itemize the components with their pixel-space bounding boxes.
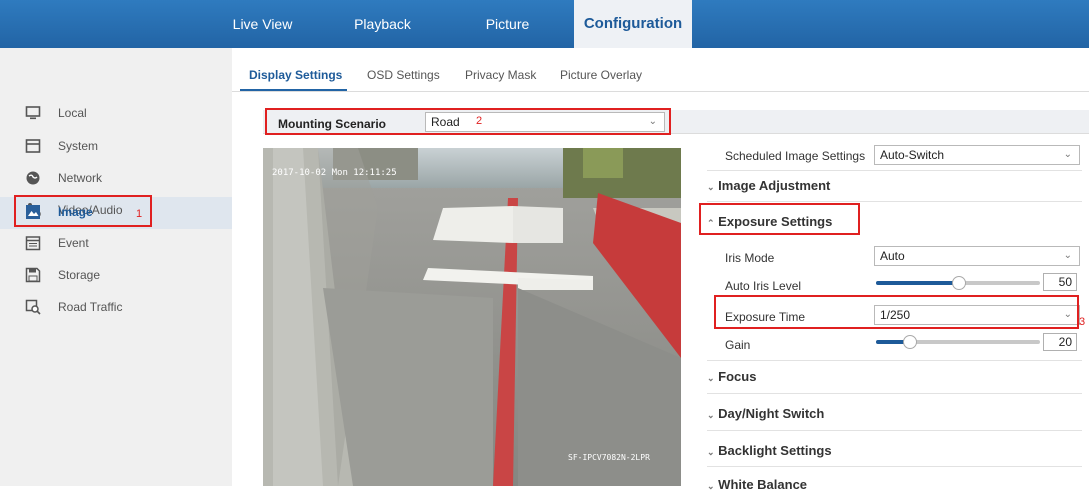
auto-iris-level-input[interactable]: 50 [1043, 273, 1077, 291]
osd-timestamp: 2017-10-02 Mon 12:11:25 [272, 168, 397, 178]
chevron-down-icon: ⌄ [648, 116, 657, 127]
sidebar-item-network[interactable]: Network [25, 166, 225, 190]
auto-iris-level-slider[interactable] [876, 276, 1040, 290]
section-white-balance[interactable]: ⌄ White Balance [707, 477, 1082, 492]
sidebar-item-label: System [58, 139, 99, 153]
sidebar-item-road-traffic[interactable]: Road Traffic [25, 295, 225, 319]
floppy-disk-icon [25, 267, 41, 283]
sidebar-item-label: Network [58, 171, 103, 185]
separator [707, 170, 1082, 171]
section-backlight-settings[interactable]: ⌄ Backlight Settings [707, 443, 1082, 458]
osd-camera-name: SF-IPCV7082N-2LPR [568, 453, 650, 462]
separator [707, 393, 1082, 394]
monitor-icon [25, 105, 41, 121]
sidebar-item-label: Local [58, 106, 87, 120]
tab-picture[interactable]: Picture [470, 0, 545, 48]
image-icon [25, 204, 41, 220]
iris-mode-value: Auto [880, 249, 905, 263]
tab-configuration[interactable]: Configuration [574, 0, 692, 48]
chevron-down-icon: ⌄ [1063, 309, 1072, 320]
sidebar-item-storage[interactable]: Storage [25, 263, 225, 287]
section-label: White Balance [718, 477, 808, 492]
chevron-down-icon: ⌄ [1063, 149, 1072, 160]
sidebar-item-label: Image [58, 205, 93, 219]
mounting-scenario-value: Road [431, 115, 460, 129]
section-image-adjustment[interactable]: ⌄ Image Adjustment [707, 178, 1082, 193]
collapse-chevron-icon: ⌄ [707, 373, 715, 383]
collapse-chevron-icon: ⌄ [707, 447, 715, 457]
collapse-chevron-icon: ⌄ [707, 481, 715, 491]
sidebar-item-system[interactable]: System [25, 134, 225, 158]
scheduled-image-settings-label: Scheduled Image Settings [725, 149, 866, 163]
subtab-divider [232, 91, 1089, 92]
separator [707, 201, 1082, 202]
calendar-icon [25, 235, 41, 251]
sidebar-item-label: Event [58, 236, 89, 250]
exposure-time-select[interactable]: 1/250 ⌄ [874, 305, 1080, 325]
top-navigation-bar: Live View Playback Picture Configuration [0, 0, 1089, 48]
separator [707, 360, 1082, 361]
globe-icon [25, 170, 41, 186]
active-subtab-underline [240, 89, 347, 91]
section-exposure-settings[interactable]: ⌃ Exposure Settings [707, 214, 1082, 229]
tab-osd-settings[interactable]: OSD Settings [367, 68, 440, 82]
mounting-scenario-bar [263, 110, 1089, 134]
camera-preview[interactable] [263, 148, 681, 486]
sidebar-item-local[interactable]: Local [25, 101, 225, 125]
slider-fill [876, 281, 958, 285]
tab-playback[interactable]: Playback [345, 0, 420, 48]
scheduled-image-settings-select[interactable]: Auto-Switch ⌄ [874, 145, 1080, 165]
section-label: Focus [718, 369, 757, 384]
gain-input[interactable]: 20 [1043, 333, 1077, 351]
scheduled-image-settings-value: Auto-Switch [880, 148, 945, 162]
section-day-night-switch[interactable]: ⌄ Day/Night Switch [707, 406, 1082, 421]
annotation-marker-3: 3 [1079, 316, 1086, 328]
annotation-marker-2: 2 [476, 115, 483, 127]
annotation-marker-1: 1 [136, 208, 143, 220]
sidebar-item-label: Road Traffic [58, 300, 123, 314]
sidebar-item-event[interactable]: Event [25, 231, 225, 255]
collapse-chevron-icon: ⌄ [707, 410, 715, 420]
slider-handle[interactable] [952, 276, 966, 290]
separator [707, 466, 1082, 467]
tab-privacy-mask[interactable]: Privacy Mask [465, 68, 536, 82]
exposure-time-value: 1/250 [880, 308, 911, 322]
mounting-scenario-label: Mounting Scenario [278, 117, 386, 131]
section-label: Image Adjustment [718, 178, 831, 193]
gain-label: Gain [725, 338, 751, 352]
sidebar-item-label: Storage [58, 268, 101, 282]
iris-mode-label: Iris Mode [725, 251, 775, 265]
system-icon [25, 138, 41, 154]
section-label: Backlight Settings [718, 443, 832, 458]
exposure-time-label: Exposure Time [725, 310, 806, 324]
section-focus[interactable]: ⌄ Focus [707, 369, 1082, 384]
tab-live-view[interactable]: Live View [225, 0, 300, 48]
collapse-chevron-icon: ⌄ [707, 182, 715, 192]
mounting-scenario-select[interactable]: Road ⌄ [425, 112, 665, 132]
slider-handle[interactable] [903, 335, 917, 349]
chevron-down-icon: ⌄ [1063, 250, 1072, 261]
gain-slider[interactable] [876, 335, 1040, 349]
iris-mode-select[interactable]: Auto ⌄ [874, 246, 1080, 266]
section-label: Exposure Settings [718, 214, 833, 229]
separator [707, 430, 1082, 431]
sidebar-item-image[interactable]: Image [25, 200, 225, 224]
auto-iris-level-label: Auto Iris Level [725, 279, 802, 293]
expand-chevron-icon: ⌃ [707, 218, 715, 228]
section-label: Day/Night Switch [718, 406, 825, 421]
tab-picture-overlay[interactable]: Picture Overlay [560, 68, 642, 82]
road-traffic-icon [25, 299, 41, 315]
tab-display-settings[interactable]: Display Settings [249, 68, 342, 82]
